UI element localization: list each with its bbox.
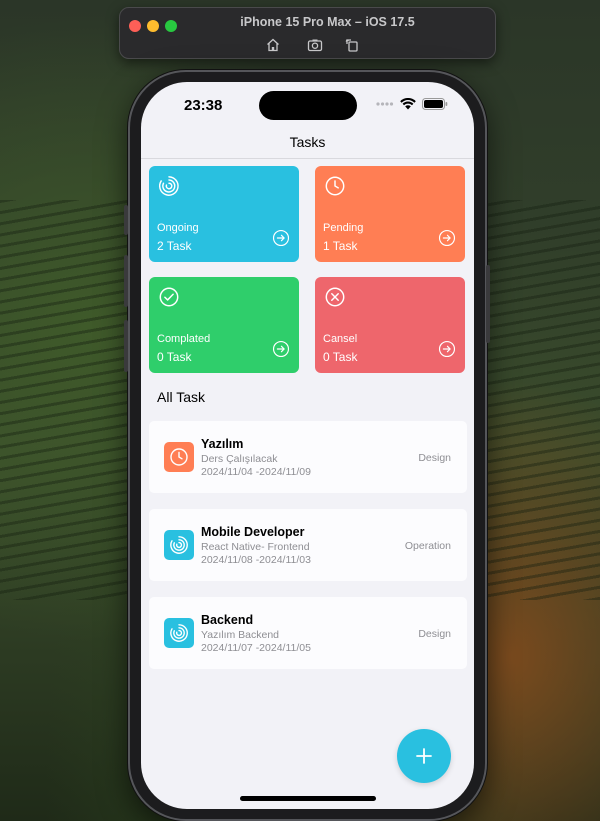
- task-item[interactable]: Mobile Developer React Native- Frontend …: [149, 509, 467, 581]
- cancel-card[interactable]: Cansel 0 Task: [315, 277, 465, 373]
- clock-icon: [170, 448, 188, 466]
- task-subtitle: Yazılım Backend: [201, 629, 280, 641]
- task-dates: 2024/11/07 -2024/11/05: [201, 642, 311, 654]
- rotate-icon[interactable]: [344, 37, 360, 53]
- task-title: Backend: [201, 613, 254, 627]
- task-item[interactable]: Yazılım Ders Çalışılacak 2024/11/04 -202…: [149, 421, 467, 493]
- status-icons: [376, 98, 448, 110]
- completed-card[interactable]: Complated 0 Task: [149, 277, 299, 373]
- card-label: Pending: [323, 222, 364, 234]
- volume-up-button: [124, 255, 128, 307]
- progress-icon: [158, 176, 179, 196]
- home-indicator: [240, 796, 376, 801]
- task-dates: 2024/11/08 -2024/11/03: [201, 554, 311, 566]
- wifi-icon: [400, 98, 416, 110]
- card-count: 1 Task: [323, 239, 358, 253]
- pending-card[interactable]: Pending 1 Task: [315, 166, 465, 262]
- progress-icon: [170, 536, 188, 554]
- simulator-toolbar: iPhone 15 Pro Max – iOS 17.5: [119, 7, 496, 59]
- dynamic-island: [259, 91, 357, 120]
- home-icon[interactable]: [265, 37, 281, 53]
- task-tag: Operation: [404, 540, 451, 552]
- task-tag: Design: [418, 628, 451, 640]
- task-icon-badge: [164, 530, 194, 560]
- power-button: [486, 265, 490, 343]
- card-label: Cansel: [323, 333, 358, 345]
- ongoing-card[interactable]: Ongoing 2 Task: [149, 166, 299, 262]
- volume-down-button: [124, 320, 128, 372]
- card-count: 2 Task: [157, 239, 192, 253]
- arrow-right-circle-icon[interactable]: [272, 340, 290, 358]
- progress-icon: [170, 624, 188, 642]
- task-icon-badge: [164, 618, 194, 648]
- card-label: Complated: [157, 333, 211, 345]
- simulator-title: iPhone 15 Pro Max – iOS 17.5: [240, 15, 415, 29]
- battery-icon: [422, 98, 448, 110]
- task-title: Mobile Developer: [201, 525, 305, 539]
- task-icon-badge: [164, 442, 194, 472]
- card-count: 0 Task: [157, 350, 192, 364]
- screenshot-icon[interactable]: [307, 37, 323, 53]
- task-subtitle: Ders Çalışılacak: [201, 453, 278, 465]
- check-circle-icon: [159, 287, 179, 307]
- card-label: Ongoing: [157, 222, 199, 234]
- task-tag: Design: [418, 452, 451, 464]
- task-title: Yazılım: [201, 437, 244, 451]
- task-dates: 2024/11/04 -2024/11/09: [201, 466, 311, 478]
- card-count: 0 Task: [323, 350, 358, 364]
- task-item[interactable]: Backend Yazılım Backend 2024/11/07 -2024…: [149, 597, 467, 669]
- status-time: 23:38: [184, 97, 223, 114]
- section-title: All Task: [157, 389, 205, 405]
- nav-divider: [141, 158, 474, 159]
- app-screen: 23:38 Tasks Ongoing 2 Task Pending 1 Tas…: [141, 82, 474, 809]
- x-circle-icon: [325, 287, 345, 307]
- task-subtitle: React Native- Frontend: [201, 541, 310, 553]
- arrow-right-circle-icon[interactable]: [272, 229, 290, 247]
- action-button: [124, 205, 128, 235]
- page-title: Tasks: [289, 134, 326, 150]
- plus-icon: [416, 748, 432, 764]
- cellular-signal-icon: [376, 102, 394, 106]
- arrow-right-circle-icon[interactable]: [438, 229, 456, 247]
- arrow-right-circle-icon[interactable]: [438, 340, 456, 358]
- add-task-button[interactable]: [397, 729, 451, 783]
- clock-icon: [325, 176, 345, 196]
